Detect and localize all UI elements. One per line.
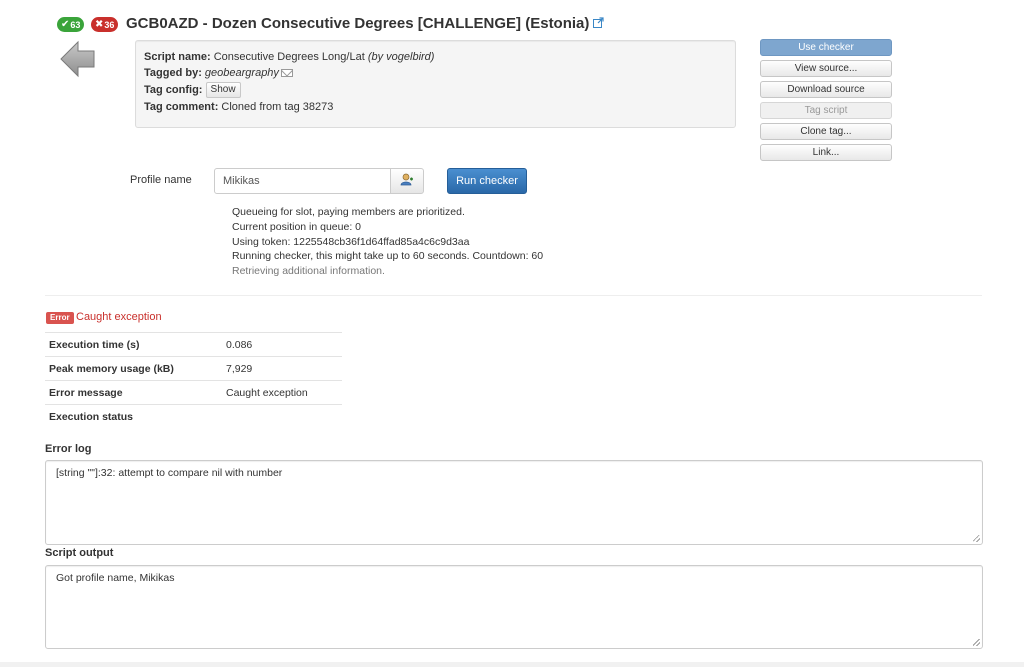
back-arrow-icon[interactable] [59, 40, 96, 78]
clone-tag-button[interactable]: Clone tag... [760, 123, 892, 140]
user-icon [400, 173, 414, 189]
dnf-badge: ✖ 36 [91, 17, 119, 32]
tag-config-row: Tag config: Show [144, 81, 727, 99]
cross-icon: ✖ [95, 19, 104, 30]
footer-divider [0, 662, 1024, 667]
table-row: Execution time (s) 0.086 [45, 332, 342, 357]
resize-handle[interactable] [973, 535, 980, 542]
script-output-label: Script output [45, 547, 114, 559]
external-link-icon[interactable] [593, 17, 604, 31]
show-config-button[interactable]: Show [205, 82, 241, 99]
profile-name-label: Profile name [130, 174, 192, 186]
table-row: Error message Caught exception [45, 380, 342, 405]
found-badge: ✔ 63 [57, 17, 85, 32]
tag-comment-row: Tag comment: Cloned from tag 38273 [144, 101, 334, 113]
table-row: Peak memory usage (kB) 7,929 [45, 356, 342, 381]
error-summary: Caught exception [76, 311, 162, 323]
result-table: Execution time (s) 0.086 Peak memory usa… [45, 332, 342, 429]
error-badge: Error [46, 312, 74, 324]
page-title: GCB0AZD - Dozen Consecutive Degrees [CHA… [126, 15, 604, 32]
status-messages: Queueing for slot, paying members are pr… [232, 206, 544, 278]
check-icon: ✔ [61, 19, 70, 30]
profile-name-input[interactable] [214, 168, 391, 194]
table-row: Execution status [49, 410, 134, 423]
resize-handle[interactable] [973, 639, 980, 646]
use-checker-button[interactable]: Use checker [760, 39, 892, 56]
script-info-panel: Script name: Consecutive Degrees Long/La… [135, 40, 736, 128]
download-source-button[interactable]: Download source [760, 81, 892, 98]
script-output-textarea[interactable]: Got profile name, Mikikas [45, 565, 983, 649]
error-log-textarea[interactable]: [string ""]:32: attempt to compare nil w… [45, 460, 983, 545]
view-source-button[interactable]: View source... [760, 60, 892, 77]
mail-icon[interactable] [280, 69, 293, 78]
tagged-by-row: Tagged by: geobeargraphy [144, 65, 727, 81]
divider [45, 295, 982, 296]
error-log-label: Error log [45, 443, 92, 455]
link-button[interactable]: Link... [760, 144, 892, 161]
user-lookup-button[interactable] [390, 168, 424, 194]
script-name-row: Script name: Consecutive Degrees Long/La… [144, 51, 435, 63]
cache-title: GCB0AZD - Dozen Consecutive Degrees [CHA… [126, 15, 590, 32]
tagger-link[interactable]: geobeargraphy [205, 67, 279, 79]
tag-script-button[interactable]: Tag script [760, 102, 892, 119]
run-checker-button[interactable]: Run checker [447, 168, 527, 194]
